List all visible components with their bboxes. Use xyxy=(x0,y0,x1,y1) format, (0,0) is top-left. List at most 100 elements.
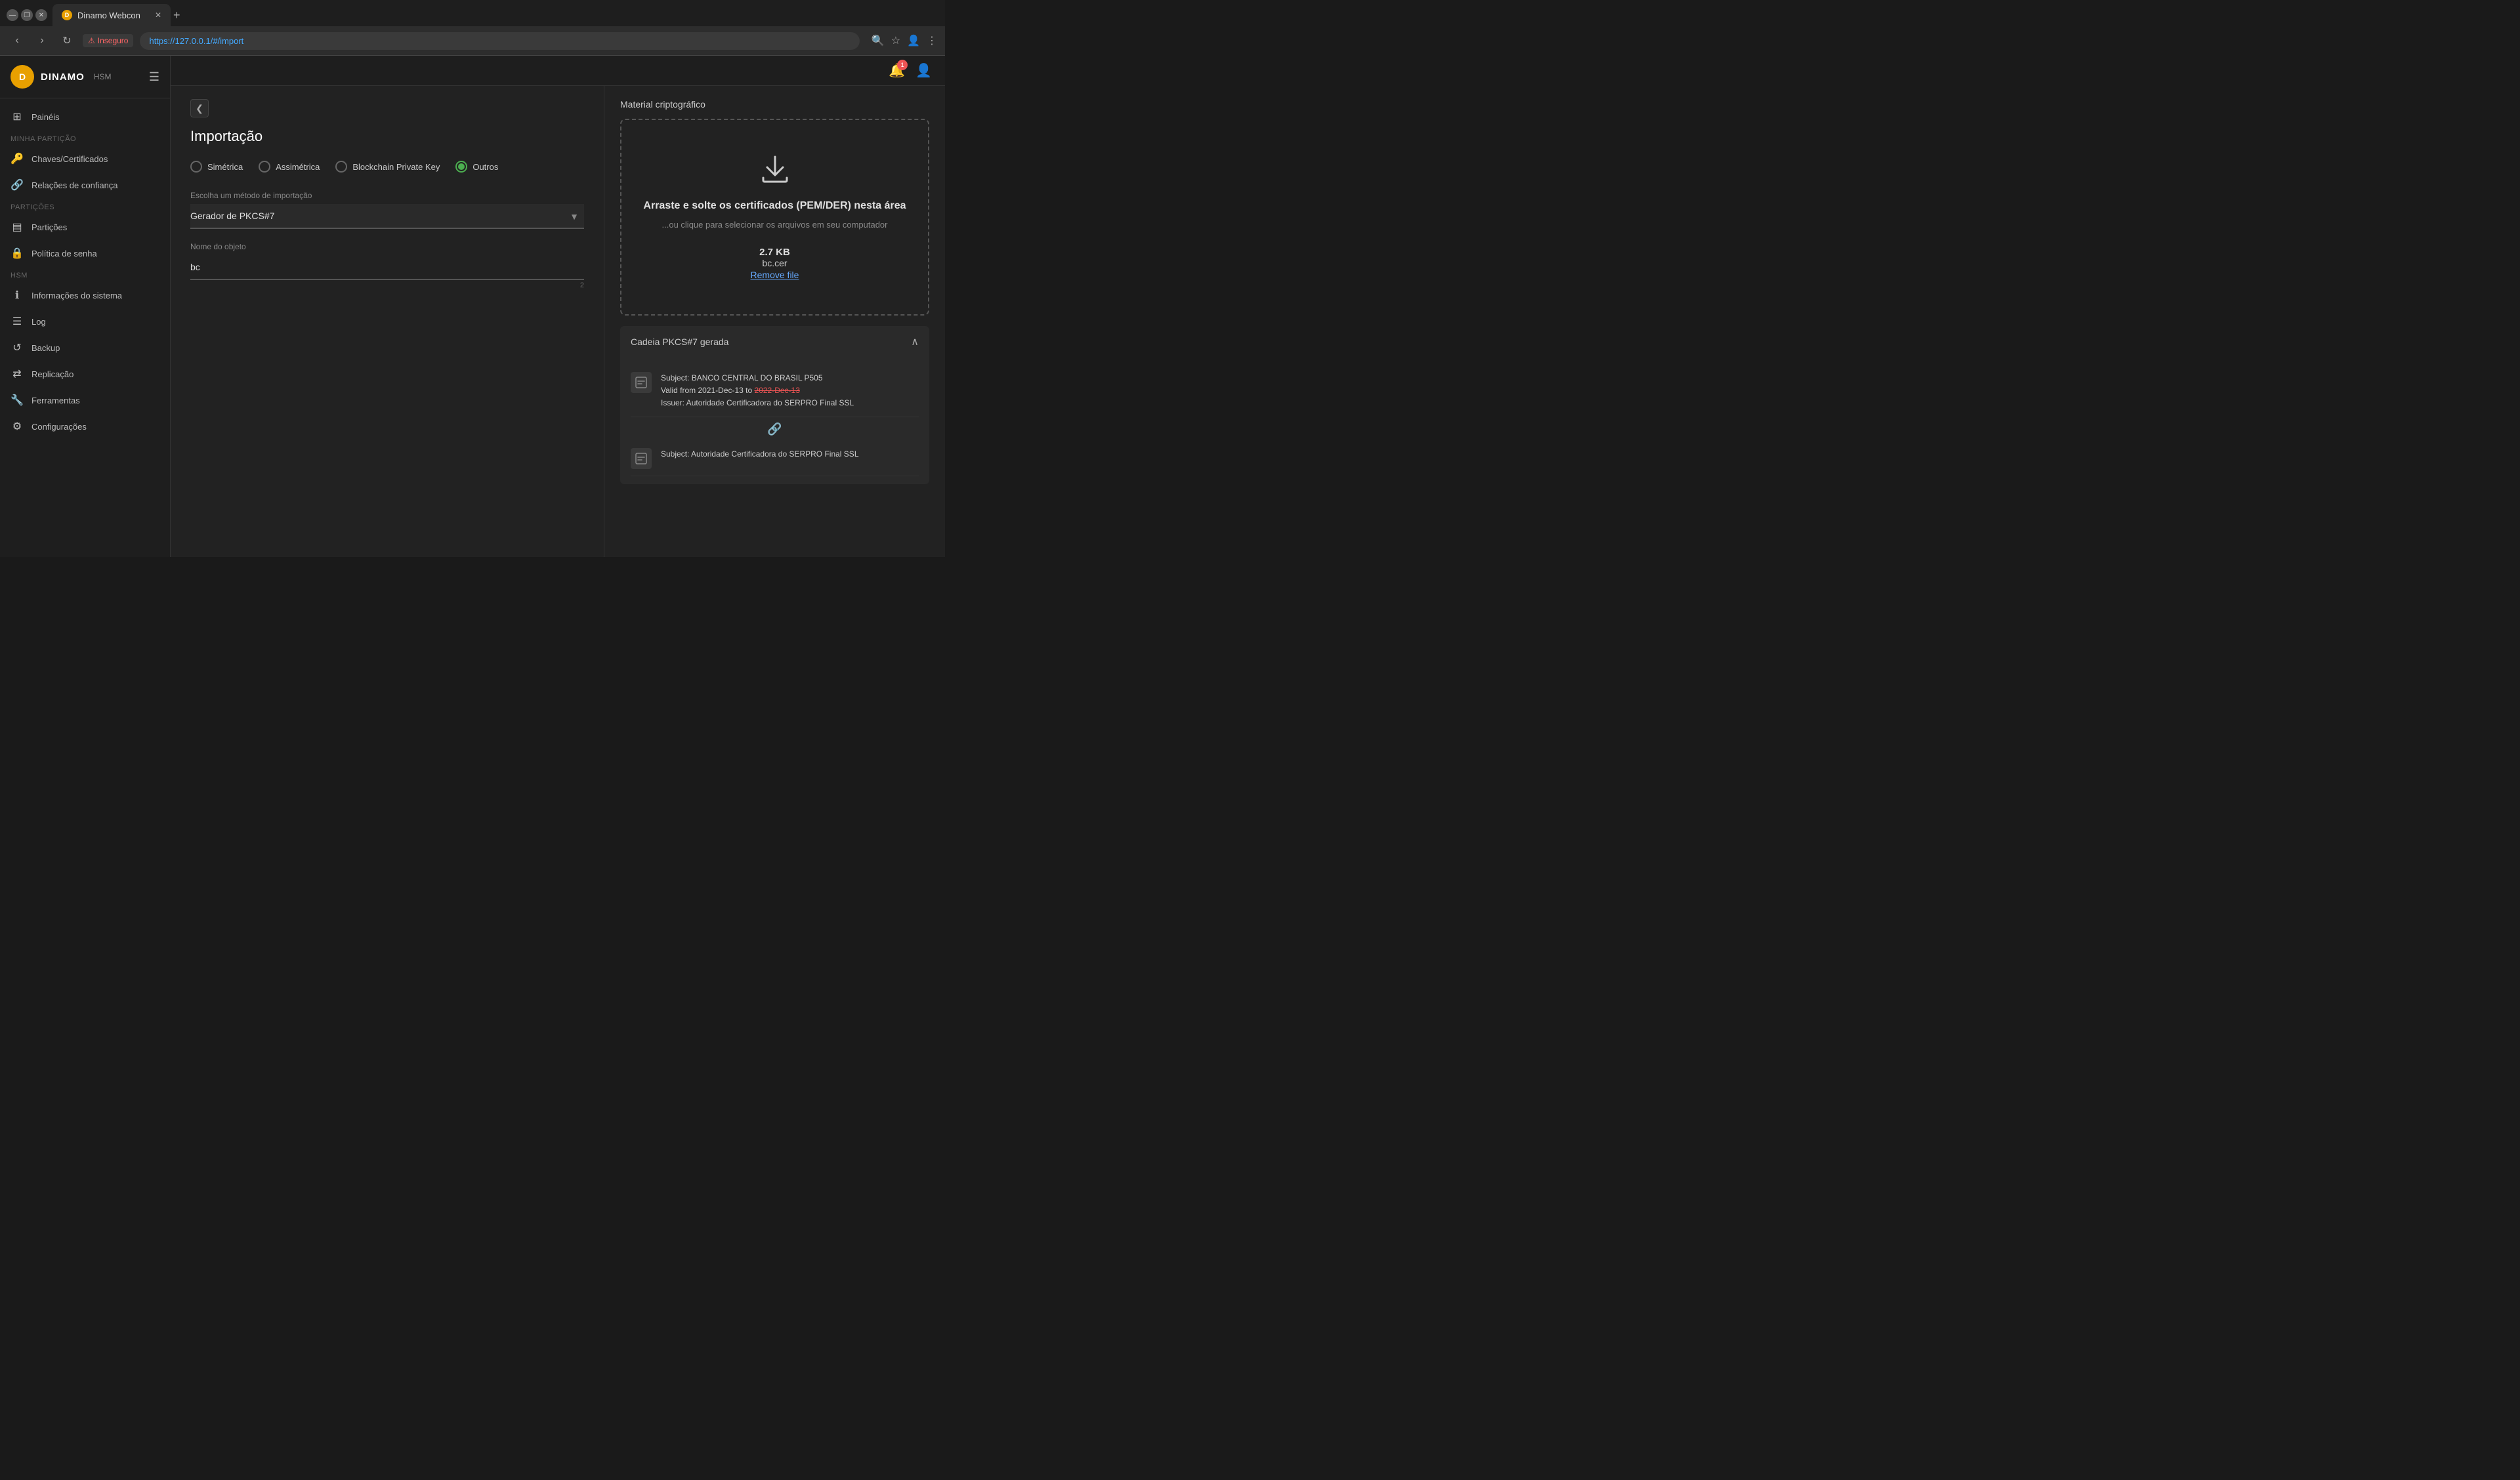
back-button[interactable]: ‹ xyxy=(8,31,26,50)
sidebar-item-politica[interactable]: 🔒 Política de senha xyxy=(0,240,170,266)
notifications-button[interactable]: 🔔 1 xyxy=(889,62,905,79)
settings-icon: ⚙ xyxy=(10,420,24,433)
app-logo: D xyxy=(10,65,34,89)
sidebar-item-replicacao[interactable]: ⇄ Replicação xyxy=(0,361,170,387)
radio-assimetrica-outer xyxy=(259,161,270,173)
sidebar-label-relacoes: Relações de confiança xyxy=(32,180,118,190)
search-icon[interactable]: 🔍 xyxy=(872,34,885,47)
upload-icon xyxy=(759,154,791,192)
notification-badge: 1 xyxy=(897,60,908,70)
radio-blockchain-label: Blockchain Private Key xyxy=(352,162,440,172)
sidebar-item-informacoes[interactable]: ℹ Informações do sistema xyxy=(0,282,170,308)
content-area: ❮ Importação Simétrica Assimétrica xyxy=(171,86,945,557)
radio-outros-outer xyxy=(455,161,467,173)
sidebar-header: D DINAMO HSM ☰ xyxy=(0,56,170,98)
file-name: bc.cer xyxy=(751,258,799,268)
sidebar-label-particoes: Partições xyxy=(32,222,67,232)
app-subtitle: HSM xyxy=(94,72,112,81)
radio-simetrica-outer xyxy=(190,161,202,173)
crypto-material-title: Material criptográfico xyxy=(620,99,929,110)
main-content: 🔔 1 👤 ❮ Importação Simétrica xyxy=(171,56,945,557)
page-title: Importação xyxy=(190,128,584,145)
radio-option-simetrica[interactable]: Simétrica xyxy=(190,161,243,173)
sidebar-section-my-partition: Minha partição xyxy=(0,130,170,146)
remove-file-button[interactable]: Remove file xyxy=(751,270,799,280)
cert-icon-1 xyxy=(631,372,652,393)
object-name-label: Nome do objeto xyxy=(190,242,584,251)
tab-favicon: D xyxy=(62,10,72,20)
sidebar-item-paineis[interactable]: ⊞ Painéis xyxy=(0,104,170,130)
sidebar-label-log: Log xyxy=(32,317,46,327)
right-panel: Material criptográfico Arraste e solte o… xyxy=(604,86,945,557)
sidebar-label-informacoes: Informações do sistema xyxy=(32,291,122,300)
object-name-input[interactable] xyxy=(190,255,584,280)
security-icon: ⚠ xyxy=(88,36,95,45)
insecure-label: Inseguro xyxy=(98,36,129,45)
sidebar-item-particoes[interactable]: ▤ Partições xyxy=(0,214,170,240)
window-close-button[interactable]: ✕ xyxy=(35,9,47,21)
sidebar-item-log[interactable]: ☰ Log xyxy=(0,308,170,335)
sidebar-item-ferramentas[interactable]: 🔧 Ferramentas xyxy=(0,387,170,413)
import-method-field: Escolha um método de importação Gerador … xyxy=(190,191,584,229)
security-badge: ⚠ Inseguro xyxy=(83,34,133,47)
radio-outros-inner xyxy=(458,163,465,170)
bookmark-icon[interactable]: ☆ xyxy=(891,34,900,47)
key-icon: 🔑 xyxy=(10,152,24,165)
drop-zone-subtitle: ...ou clique para selecionar os arquivos… xyxy=(662,220,888,230)
info-icon: ℹ xyxy=(10,289,24,302)
app-name: DINAMO xyxy=(41,72,85,83)
accordion-content: Subject: BANCO CENTRAL DO BRASIL P505 Va… xyxy=(620,358,929,484)
radio-option-outros[interactable]: Outros xyxy=(455,161,498,173)
pkcs7-accordion: Cadeia PKCS#7 gerada ∧ xyxy=(620,326,929,484)
sidebar-nav: ⊞ Painéis Minha partição 🔑 Chaves/Certif… xyxy=(0,98,170,445)
tools-icon: 🔧 xyxy=(10,394,24,407)
drop-zone-title: Arraste e solte os certificados (PEM/DER… xyxy=(643,199,906,213)
radio-blockchain-outer xyxy=(335,161,347,173)
reload-button[interactable]: ↻ xyxy=(58,31,76,50)
grid-icon: ⊞ xyxy=(10,110,24,123)
profile-icon[interactable]: 👤 xyxy=(907,34,920,47)
import-method-select[interactable]: Gerador de PKCS#7 xyxy=(190,204,584,229)
cert-2-subject: Subject: Autoridade Certificadora do SER… xyxy=(661,448,859,461)
radio-option-blockchain[interactable]: Blockchain Private Key xyxy=(335,161,440,173)
forward-button[interactable]: › xyxy=(33,31,51,50)
file-size: 2.7 KB xyxy=(751,247,799,258)
window-maximize-button[interactable]: ❐ xyxy=(21,9,33,21)
window-minimize-button[interactable]: — xyxy=(7,9,18,21)
url-input[interactable] xyxy=(140,32,859,50)
hamburger-button[interactable]: ☰ xyxy=(149,70,159,84)
accordion-header[interactable]: Cadeia PKCS#7 gerada ∧ xyxy=(620,326,929,358)
sidebar-label-configuracoes: Configurações xyxy=(32,422,87,432)
new-tab-button[interactable]: + xyxy=(173,9,180,22)
collapse-sidebar-button[interactable]: ❮ xyxy=(190,99,209,117)
object-name-field: Nome do objeto 2 xyxy=(190,242,584,289)
radio-option-assimetrica[interactable]: Assimétrica xyxy=(259,161,320,173)
sidebar: D DINAMO HSM ☰ ⊞ Painéis Minha partição … xyxy=(0,56,171,557)
sidebar-label-ferramentas: Ferramentas xyxy=(32,396,80,405)
log-icon: ☰ xyxy=(10,315,24,328)
cert-item-2: Subject: Autoridade Certificadora do SER… xyxy=(631,442,919,476)
radio-outros-label: Outros xyxy=(472,162,498,172)
char-count: 2 xyxy=(190,281,584,289)
drop-zone[interactable]: Arraste e solte os certificados (PEM/DER… xyxy=(620,119,929,316)
link-icon: 🔗 xyxy=(10,178,24,192)
sidebar-item-backup[interactable]: ↺ Backup xyxy=(0,335,170,361)
tab-title: Dinamo Webcon xyxy=(77,10,150,20)
cert-item-1: Subject: BANCO CENTRAL DO BRASIL P505 Va… xyxy=(631,365,919,417)
replication-icon: ⇄ xyxy=(10,367,24,380)
sidebar-item-chaves[interactable]: 🔑 Chaves/Certificados xyxy=(0,146,170,172)
sidebar-section-hsm: HSM xyxy=(0,266,170,282)
sidebar-item-configuracoes[interactable]: ⚙ Configurações xyxy=(0,413,170,440)
sidebar-item-relacoes[interactable]: 🔗 Relações de confiança xyxy=(0,172,170,198)
accordion-title: Cadeia PKCS#7 gerada xyxy=(631,337,728,347)
chevron-up-icon: ∧ xyxy=(911,335,919,348)
sidebar-label-backup: Backup xyxy=(32,343,60,353)
cert-1-valid: Valid from 2021-Dec-13 to 2022-Dec-13 xyxy=(661,384,854,397)
user-profile-button[interactable]: 👤 xyxy=(915,62,932,79)
cert-1-subject: Subject: BANCO CENTRAL DO BRASIL P505 xyxy=(661,372,854,384)
tab-close-button[interactable]: ✕ xyxy=(155,10,161,20)
menu-icon[interactable]: ⋮ xyxy=(927,34,937,47)
browser-tab[interactable]: D Dinamo Webcon ✕ xyxy=(52,4,171,26)
cert-icon-2 xyxy=(631,448,652,469)
sidebar-label-politica: Política de senha xyxy=(32,249,97,258)
